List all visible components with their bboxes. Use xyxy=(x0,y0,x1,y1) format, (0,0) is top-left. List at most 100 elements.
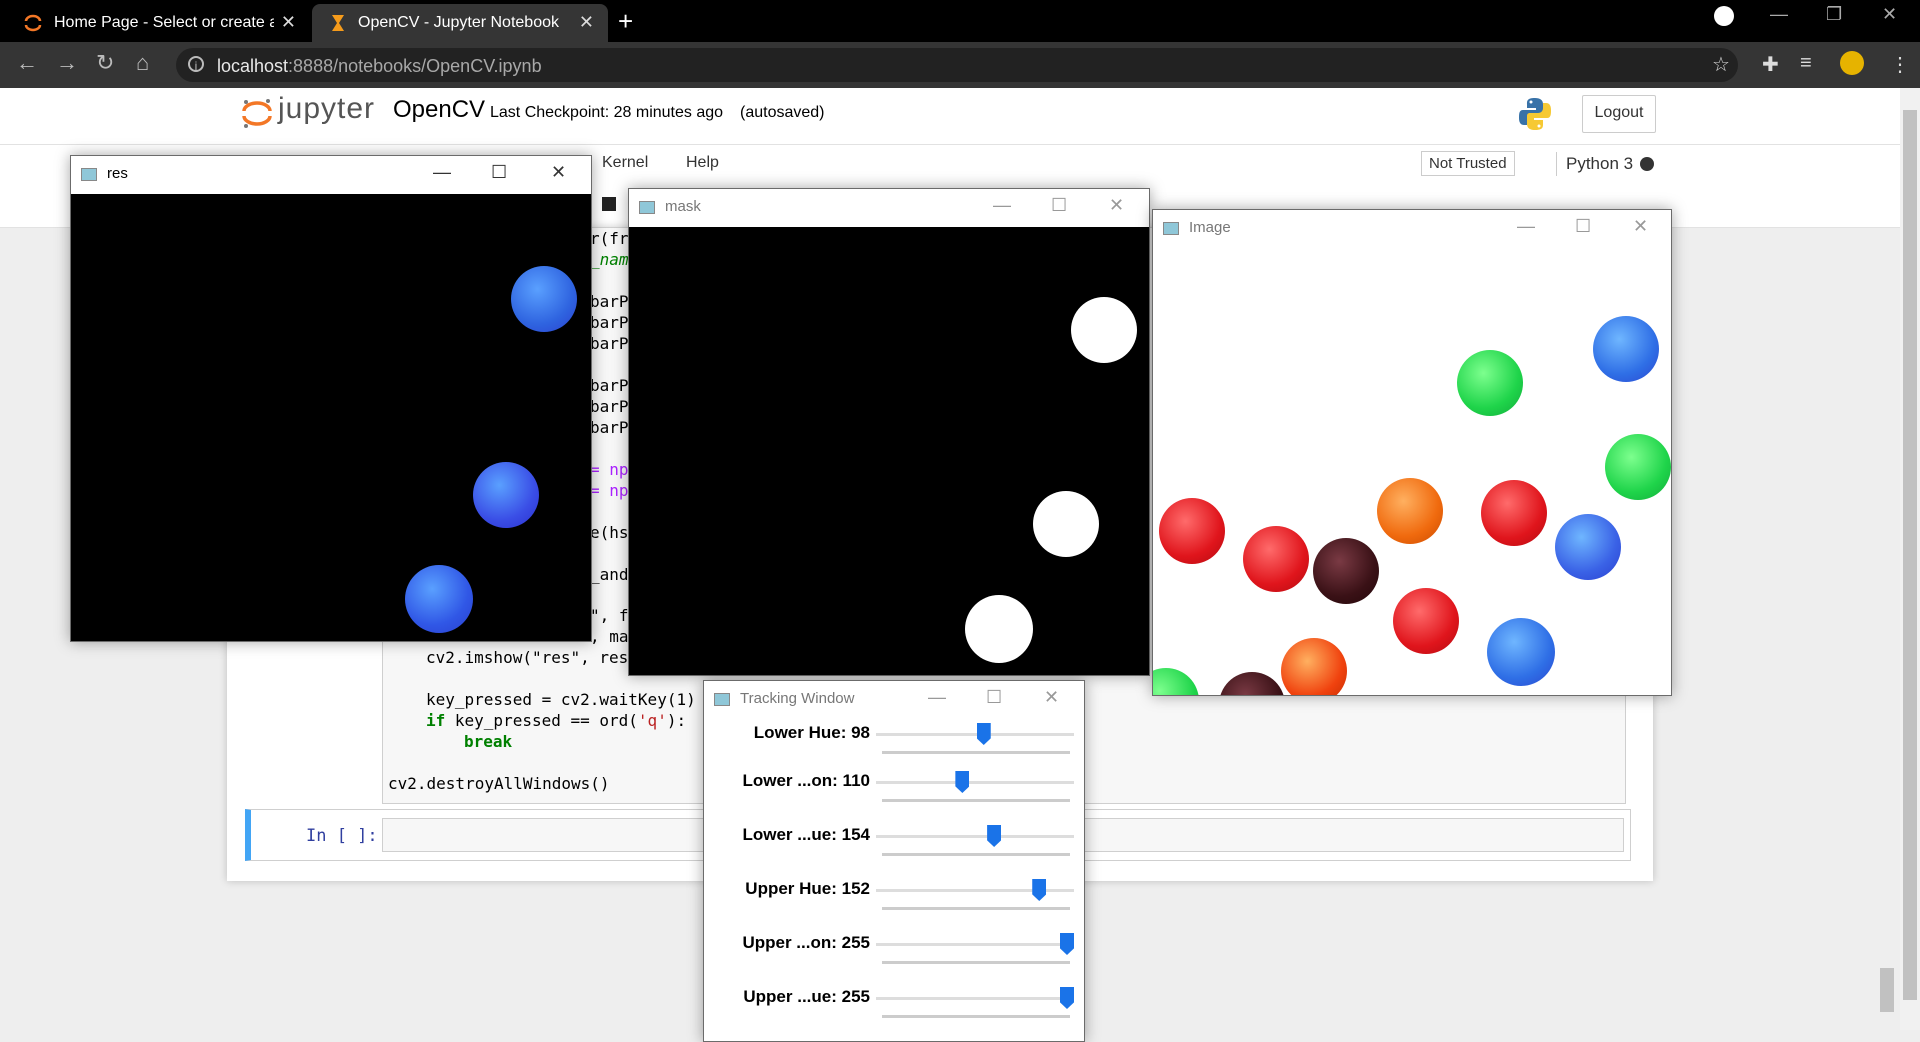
code-line: r(fr xyxy=(590,229,629,248)
trackbar-thumb[interactable] xyxy=(987,825,1002,847)
trackbar-lower-value[interactable]: Lower ...ue: 154 xyxy=(704,825,1084,879)
trackbar-underline xyxy=(882,751,1070,754)
close-icon[interactable]: ✕ xyxy=(551,162,566,183)
trackbar-thumb[interactable] xyxy=(1060,933,1074,955)
maximize-icon[interactable]: ☐ xyxy=(491,162,507,183)
blue-ball xyxy=(405,565,473,633)
orange-candy xyxy=(1377,478,1443,544)
jupyter-logo-icon[interactable] xyxy=(240,96,274,130)
minimize-icon[interactable]: — xyxy=(928,687,946,708)
window-app-icon xyxy=(639,201,655,214)
trackbar-upper-hue[interactable]: Upper Hue: 152 xyxy=(704,879,1084,933)
home-icon[interactable]: ⌂ xyxy=(136,50,149,76)
code-line: if key_pressed == ord('q'): xyxy=(426,711,687,730)
trackbar-thumb[interactable] xyxy=(1032,879,1047,901)
blue-candy xyxy=(1593,316,1659,382)
mask-blob xyxy=(965,595,1033,663)
trackbar-groove[interactable] xyxy=(876,997,1074,1000)
trackbar-label: Upper ...ue: 255 xyxy=(743,987,870,1006)
trackbar-groove[interactable] xyxy=(876,733,1074,736)
trackbar-upper-value[interactable]: Upper ...ue: 255 xyxy=(704,987,1084,1041)
red-candy xyxy=(1243,526,1309,592)
interrupt-kernel-icon[interactable] xyxy=(602,197,616,211)
close-icon[interactable]: ✕ xyxy=(1109,195,1124,216)
jupyter-spinner-icon xyxy=(24,14,42,32)
maximize-icon[interactable]: ☐ xyxy=(1575,216,1591,237)
reload-icon[interactable]: ↻ xyxy=(96,50,114,76)
trackbar-underline xyxy=(882,1015,1070,1018)
bookmark-star-icon[interactable]: ☆ xyxy=(1712,52,1730,77)
trackbar-lower-hue[interactable]: Lower Hue: 98 xyxy=(704,723,1084,777)
profile-menu-icon[interactable] xyxy=(1714,6,1734,26)
kernel-name: Python 3 xyxy=(1566,154,1634,173)
tab-home-page[interactable]: Home Page - Select or create a n ✕ xyxy=(6,4,310,42)
extensions-icon[interactable]: ✚ xyxy=(1762,52,1779,77)
code-line: ", f xyxy=(590,606,629,625)
site-info-icon[interactable]: i xyxy=(188,56,204,73)
window-titlebar[interactable]: Tracking Window — ☐ ✕ xyxy=(704,681,1084,717)
code-line: barP xyxy=(590,376,629,395)
trackbar-lower-saturation[interactable]: Lower ...on: 110 xyxy=(704,771,1084,825)
close-icon[interactable]: ✕ xyxy=(281,12,296,33)
window-app-icon xyxy=(1163,222,1179,235)
green-candy xyxy=(1457,350,1523,416)
minimize-icon[interactable]: — xyxy=(1517,216,1535,237)
trackbar-groove[interactable] xyxy=(876,781,1074,784)
logout-button[interactable]: Logout xyxy=(1582,95,1656,133)
minimize-icon[interactable]: — xyxy=(1770,4,1788,25)
trackbar-thumb[interactable] xyxy=(1060,987,1074,1009)
forward-icon[interactable]: → xyxy=(56,50,78,76)
code-line: key_pressed = cv2.waitKey(1) xyxy=(426,690,696,709)
new-tab-button[interactable]: + xyxy=(618,6,633,37)
opencv-window-mask[interactable]: mask — ☐ ✕ xyxy=(628,188,1150,676)
opencv-window-tracking[interactable]: Tracking Window — ☐ ✕ Lower Hue: 98 Lowe… xyxy=(703,680,1085,1042)
inner-scrollbar-thumb[interactable] xyxy=(1880,968,1894,1012)
jupyter-logo-text[interactable]: jupyter xyxy=(278,92,375,126)
maximize-icon[interactable]: ☐ xyxy=(1051,195,1067,216)
scrollbar-thumb[interactable] xyxy=(1903,110,1917,1000)
trackbar-label: Upper ...on: 255 xyxy=(742,933,870,952)
mask-image xyxy=(629,227,1149,675)
window-titlebar[interactable]: mask — ☐ ✕ xyxy=(629,189,1149,225)
close-icon[interactable]: ✕ xyxy=(1044,687,1059,708)
menu-kernel[interactable]: Kernel xyxy=(602,154,648,172)
back-icon[interactable]: ← xyxy=(16,50,38,76)
kernel-status-icon xyxy=(1640,157,1654,171)
trackbar-thumb[interactable] xyxy=(976,723,991,745)
opencv-window-image[interactable]: Image — ☐ ✕ xyxy=(1152,209,1672,696)
red-candy xyxy=(1393,588,1459,654)
opencv-window-res[interactable]: res — ☐ ✕ xyxy=(70,155,592,642)
trust-status-button[interactable]: Not Trusted xyxy=(1421,151,1515,176)
notebook-name[interactable]: OpenCV xyxy=(393,96,485,124)
code-line: barP xyxy=(590,334,629,353)
minimize-icon[interactable]: — xyxy=(433,162,451,183)
maximize-icon[interactable]: ☐ xyxy=(986,687,1002,708)
code-line: barP xyxy=(590,397,629,416)
trackbar-groove[interactable] xyxy=(876,943,1074,946)
tab-title: Home Page - Select or create a n xyxy=(54,14,274,31)
restore-icon[interactable]: ❐ xyxy=(1826,4,1842,25)
media-control-icon[interactable]: ≡ xyxy=(1800,52,1812,75)
avatar[interactable] xyxy=(1840,51,1864,75)
trackbar-thumb[interactable] xyxy=(955,771,970,793)
trackbar-label: Lower Hue: 98 xyxy=(753,723,870,742)
close-window-icon[interactable]: ✕ xyxy=(1882,4,1897,25)
code-line: _nam xyxy=(590,250,629,269)
hourglass-icon xyxy=(332,15,344,31)
window-title: Tracking Window xyxy=(740,690,855,707)
code-line: cv2.imshow("res", res xyxy=(426,648,629,667)
window-app-icon xyxy=(81,168,97,181)
trackbar-underline xyxy=(882,907,1070,910)
trackbar-underline xyxy=(882,799,1070,802)
close-icon[interactable]: ✕ xyxy=(1633,216,1648,237)
menu-icon[interactable]: ⋮ xyxy=(1890,52,1910,77)
window-titlebar[interactable]: res — ☐ ✕ xyxy=(71,156,591,192)
window-titlebar[interactable]: Image — ☐ ✕ xyxy=(1153,210,1671,246)
trackbar-groove[interactable] xyxy=(876,835,1074,838)
tab-title: OpenCV - Jupyter Notebook xyxy=(358,14,559,31)
minimize-icon[interactable]: — xyxy=(993,195,1011,216)
menu-help[interactable]: Help xyxy=(686,154,719,172)
trackbar-upper-saturation[interactable]: Upper ...on: 255 xyxy=(704,933,1084,987)
tab-opencv-notebook[interactable]: OpenCV - Jupyter Notebook ✕ xyxy=(312,4,608,42)
close-icon[interactable]: ✕ xyxy=(579,12,594,33)
